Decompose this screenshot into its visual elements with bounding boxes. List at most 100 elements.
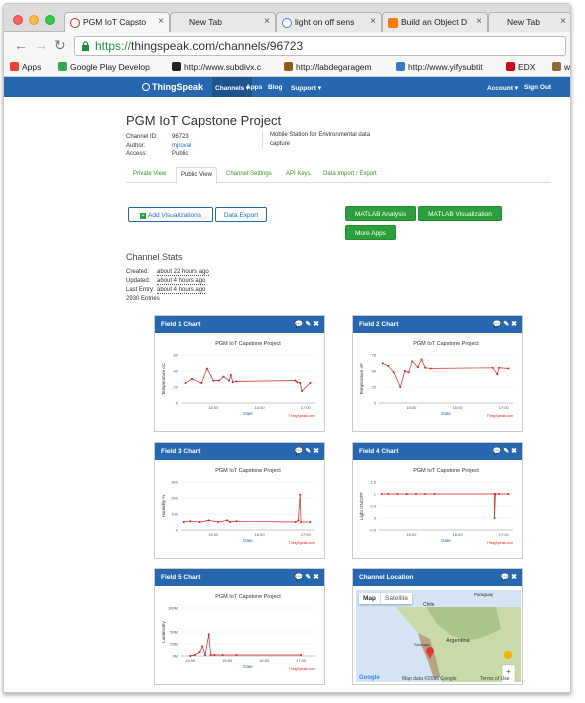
- y-tick-label: 40: [174, 369, 179, 374]
- map-type-satellite[interactable]: Satellite: [380, 593, 412, 604]
- nav-apps[interactable]: Apps: [246, 84, 262, 91]
- data-point: [204, 654, 207, 657]
- matlab-visualization-button[interactable]: MATLAB Visualization: [418, 206, 502, 221]
- data-point: [507, 367, 510, 370]
- bookmark-subdivx[interactable]: http://www.subdivx.c: [172, 62, 277, 72]
- data-point: [380, 493, 383, 495]
- tab-google-search[interactable]: light on off sens ×: [276, 12, 382, 32]
- x-tick-label: 17:00: [499, 532, 510, 537]
- tab-api-keys[interactable]: API Keys: [286, 171, 311, 177]
- y-tick-label: 0: [176, 401, 179, 406]
- x-tick-label: 14:00: [185, 658, 196, 663]
- page-content: PGM IoT Capstone Project Channel ID: 9672…: [4, 97, 570, 692]
- nav-sign-out[interactable]: Sign Out: [524, 84, 551, 91]
- data-point: [494, 493, 497, 495]
- field-2-chart-card: Field 2 Chart 💬 ✎ ✖ PGM IoT Capstone Proj…: [352, 315, 523, 432]
- data-point: [216, 521, 219, 523]
- data-point: [217, 379, 220, 382]
- created-value: about 22 hours ago: [157, 269, 209, 276]
- location-map[interactable]: + − Map Satellite Chile Argentina Santiag…: [356, 590, 521, 682]
- close-tab-icon[interactable]: ×: [370, 16, 376, 27]
- chart-title: PGM IoT Capstone Project: [413, 468, 479, 474]
- data-point: [189, 655, 192, 657]
- card-actions-icon[interactable]: 💬 ✖: [500, 573, 517, 581]
- y-tick-label: 200: [171, 496, 178, 501]
- nav-account[interactable]: Account ▾: [487, 84, 518, 92]
- close-window-button[interactable]: [13, 15, 23, 25]
- tab-channel-settings[interactable]: Channel Settings: [226, 171, 272, 177]
- nav-support[interactable]: Support ▾: [291, 84, 321, 92]
- data-point: [498, 493, 501, 495]
- data-point: [184, 382, 187, 384]
- zoom-window-button[interactable]: [45, 15, 55, 25]
- subdivx-icon: [172, 62, 181, 71]
- card-actions-icon[interactable]: 💬 ✎ ✖: [493, 320, 517, 328]
- tab-new-tab-1[interactable]: New Tab ×: [170, 12, 276, 32]
- instructables-favicon-icon: [388, 18, 398, 28]
- back-arrow-icon[interactable]: ←: [14, 37, 28, 53]
- x-axis-label: Date: [441, 411, 451, 416]
- map-type-map[interactable]: Map: [359, 593, 380, 604]
- series-line: [190, 634, 302, 657]
- bookmark-google-play[interactable]: Google Play Develop: [58, 62, 162, 72]
- forward-arrow-icon[interactable]: →: [34, 37, 48, 53]
- bookmark-edx[interactable]: EDX: [506, 62, 535, 72]
- data-point: [231, 381, 234, 384]
- updated-value: about 4 hours ago: [157, 278, 206, 285]
- y-tick-label: 0M: [172, 654, 178, 659]
- card-actions-icon[interactable]: 💬 ✎ ✖: [295, 573, 319, 581]
- data-point: [429, 367, 432, 370]
- data-point: [433, 493, 436, 495]
- tab-public-view[interactable]: Public View: [176, 167, 217, 184]
- thingspeak-logo[interactable]: ThingSpeak: [142, 82, 203, 92]
- close-tab-icon[interactable]: ×: [476, 16, 482, 27]
- field-4-chart: PGM IoT Capstone Project -0.5 0 0.5 1 1.5 15:0…: [359, 468, 513, 545]
- close-tab-icon[interactable]: ×: [158, 16, 164, 27]
- bookmark-yify[interactable]: http://www.yifysubtit: [396, 62, 498, 72]
- tab-build-object[interactable]: Build an Object D ×: [382, 12, 488, 32]
- data-point: [198, 521, 201, 523]
- data-point: [294, 521, 297, 523]
- data-export-button[interactable]: Data Export: [215, 207, 267, 222]
- entries-count: 2930 Entries: [126, 296, 160, 302]
- card-actions-icon[interactable]: 💬 ✎ ✖: [493, 447, 517, 455]
- data-point: [424, 366, 427, 369]
- reload-icon[interactable]: ↻: [54, 37, 66, 54]
- google-logo: Google: [359, 675, 380, 681]
- access-value: Public: [172, 151, 189, 157]
- add-visualizations-button[interactable]: + Add Visualizations: [128, 207, 213, 222]
- data-point: [381, 362, 384, 365]
- data-point: [222, 375, 225, 378]
- bookmark-wo[interactable]: wo: [552, 62, 570, 72]
- data-point: [226, 519, 229, 522]
- tab-private-view[interactable]: Private View: [133, 171, 166, 177]
- data-point: [300, 521, 303, 523]
- minimize-window-button[interactable]: [29, 15, 39, 25]
- close-tab-icon[interactable]: ×: [560, 16, 566, 27]
- close-tab-icon[interactable]: ×: [264, 16, 270, 27]
- tab-new-tab-2[interactable]: New Tab ×: [488, 12, 570, 32]
- nav-blog[interactable]: Blog: [268, 84, 282, 91]
- data-point: [297, 519, 300, 522]
- bookmarks-bar: Apps Google Play Develop http://www.subd…: [4, 60, 570, 77]
- bookmark-labdegaragem[interactable]: http://labdegaragem: [284, 62, 389, 72]
- field-3-chart: PGM IoT Capstone Project 0 100 200 300 15:00 1…: [161, 468, 315, 545]
- browser-toolbar: ← → ↻ https://thingspeak.com/channels/96…: [4, 32, 570, 60]
- tab-thingspeak[interactable]: PGM IoT Capsto ×: [64, 12, 170, 33]
- x-tick-label: 16:00: [453, 405, 464, 410]
- card-actions-icon[interactable]: 💬 ✎ ✖: [295, 320, 319, 328]
- y-tick-label: 100M: [168, 606, 178, 611]
- series-line: [185, 367, 311, 392]
- tab-data-import-export[interactable]: Data Import / Export: [323, 171, 377, 177]
- map-terms-link[interactable]: Terms of Use: [480, 676, 509, 682]
- street-view-icon[interactable]: [504, 651, 512, 659]
- zoom-in-icon[interactable]: +: [506, 667, 511, 676]
- y-tick-label: 0: [374, 401, 377, 406]
- matlab-analysis-button[interactable]: MATLAB Analysis: [345, 206, 416, 221]
- card-actions-icon[interactable]: 💬 ✎ ✖: [295, 447, 319, 455]
- more-apps-button[interactable]: More Apps: [345, 225, 396, 240]
- address-bar[interactable]: https://thingspeak.com/channels/96723: [74, 36, 566, 56]
- bookmark-apps[interactable]: Apps: [10, 62, 41, 72]
- author-link[interactable]: mjroval: [172, 143, 191, 149]
- card-title: Field 3 Chart: [161, 448, 201, 455]
